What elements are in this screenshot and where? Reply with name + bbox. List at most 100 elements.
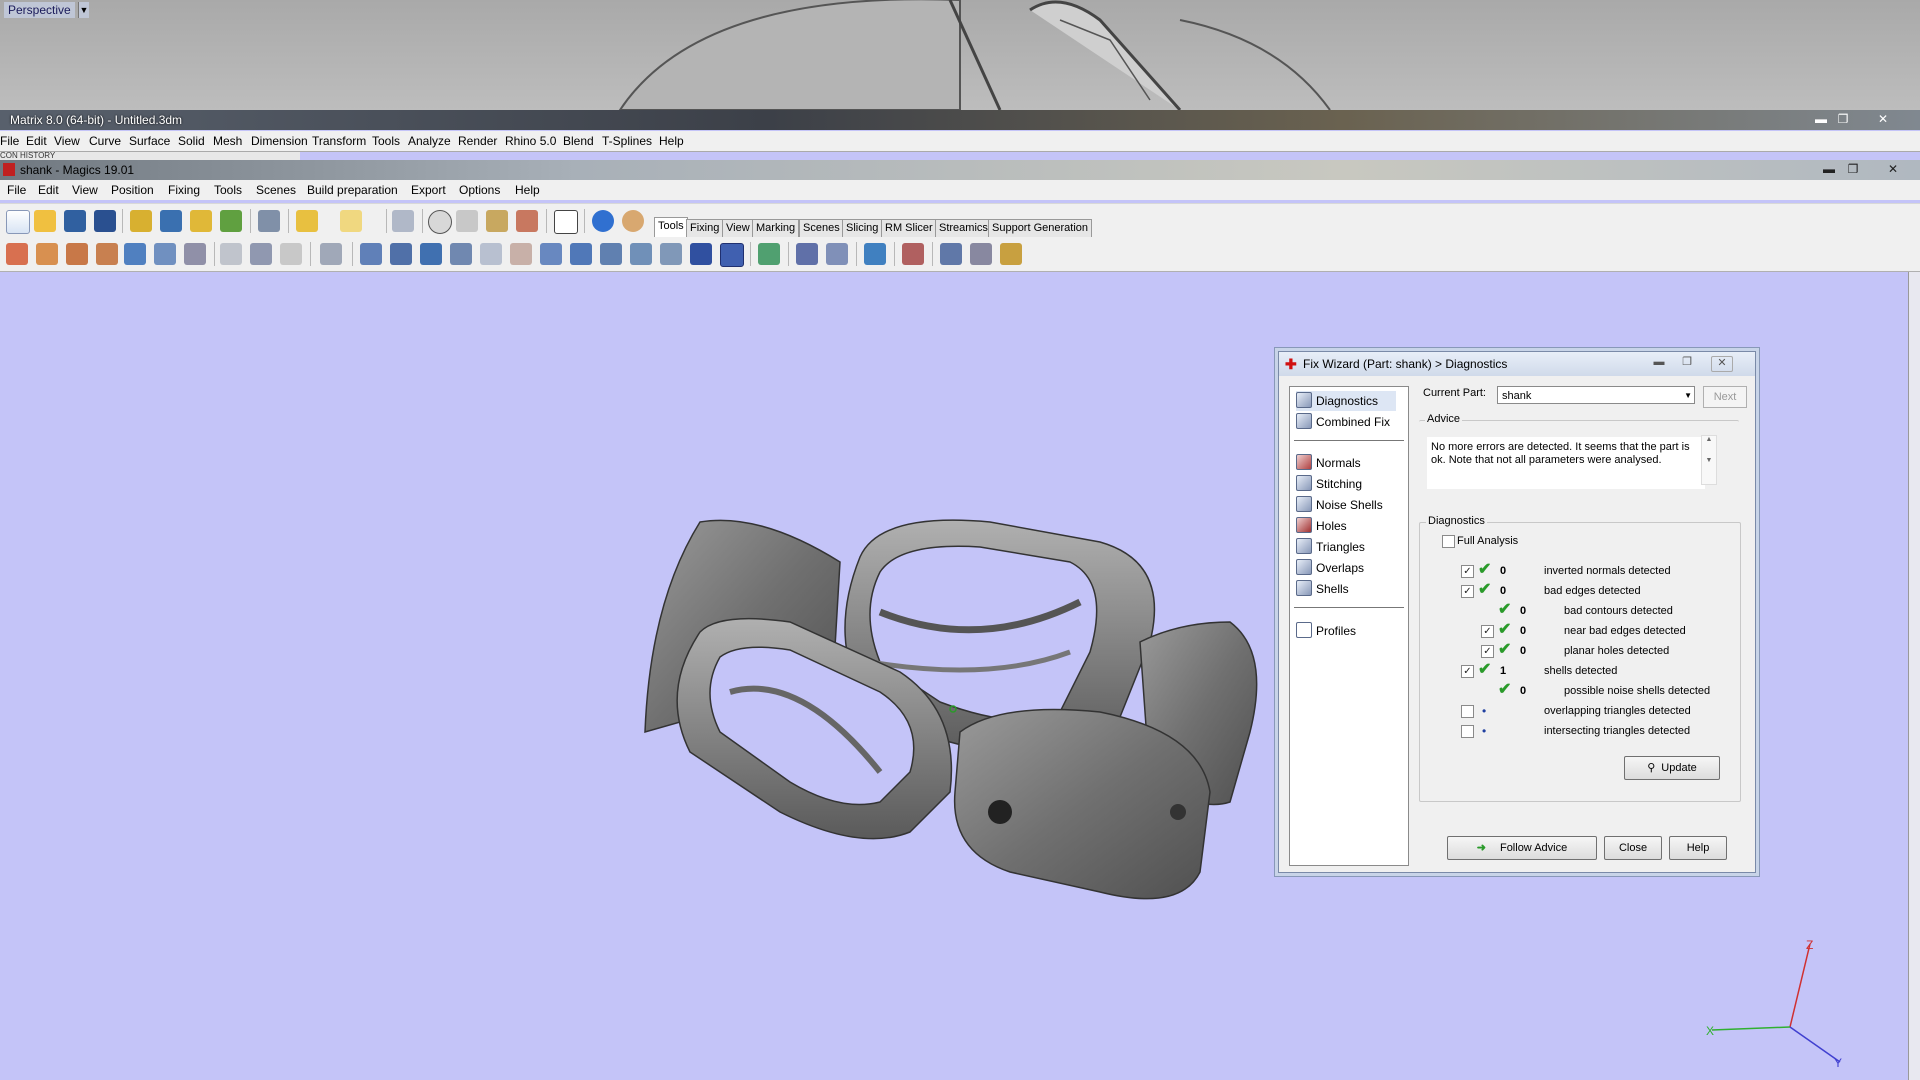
scale-icon[interactable]	[124, 243, 146, 265]
rhino-menu-dimension[interactable]: Dimension	[251, 134, 308, 148]
help-icon[interactable]	[592, 210, 614, 232]
advice-scrollbar[interactable]: ▲ ▼	[1701, 435, 1717, 485]
tab-view[interactable]: View	[722, 219, 754, 237]
redo-icon[interactable]	[340, 210, 362, 232]
menu-help[interactable]: Help	[515, 183, 540, 197]
menu-export[interactable]: Export	[411, 183, 446, 197]
align-icon[interactable]	[758, 243, 780, 265]
undo-icon[interactable]	[296, 210, 318, 232]
rhino-menu-solid[interactable]: Solid	[178, 134, 205, 148]
import-icon[interactable]	[190, 210, 212, 232]
rhino-menu-analyze[interactable]: Analyze	[408, 134, 451, 148]
mirror-icon[interactable]	[154, 243, 176, 265]
magics-close-button[interactable]: ✕	[1880, 162, 1906, 178]
viewport-dropdown-icon[interactable]: ▼	[78, 2, 89, 18]
menu-options[interactable]: Options	[459, 183, 500, 197]
tab-fixing[interactable]: Fixing	[686, 219, 724, 237]
fix-icon[interactable]	[902, 243, 924, 265]
paste-icon[interactable]	[280, 243, 302, 265]
boolean-icon[interactable]	[480, 243, 502, 265]
package-icon[interactable]	[1000, 243, 1022, 265]
rhino-menu-tsplines[interactable]: T-Splines	[602, 134, 652, 148]
update-button[interactable]: ⚲ Update	[1624, 756, 1720, 780]
surface-icon[interactable]	[660, 243, 682, 265]
viewport-label[interactable]: Perspective	[4, 2, 75, 18]
label-icon[interactable]	[390, 243, 412, 265]
nav-combined-fix[interactable]: Combined Fix	[1296, 412, 1390, 432]
bad-edges-checkbox[interactable]: ✓	[1461, 585, 1474, 598]
next-button[interactable]: Next	[1703, 386, 1747, 408]
export-part-icon[interactable]	[864, 243, 886, 265]
load-part-icon[interactable]	[130, 210, 152, 232]
tab-scenes[interactable]: Scenes	[799, 219, 844, 237]
open-folder-icon[interactable]	[34, 210, 56, 232]
rotate-view-icon[interactable]	[428, 210, 452, 234]
cut-punch-icon[interactable]	[540, 243, 562, 265]
zoom-icon[interactable]	[486, 210, 508, 232]
shell-icon[interactable]	[360, 243, 382, 265]
planar-holes-checkbox[interactable]: ✓	[1481, 645, 1494, 658]
settings-icon[interactable]	[940, 243, 962, 265]
rhino-menu-curve[interactable]: Curve	[89, 134, 121, 148]
rhino-close-button[interactable]: ✕	[1870, 112, 1896, 128]
cut-icon[interactable]	[220, 243, 242, 265]
nav-noise-shells[interactable]: Noise Shells	[1296, 495, 1383, 515]
rhino-menu-file[interactable]: File	[0, 134, 19, 148]
layers-icon[interactable]	[970, 243, 992, 265]
menu-scenes[interactable]: Scenes	[256, 183, 296, 197]
current-part-select[interactable]: shank ▼	[1497, 386, 1695, 404]
fix-wizard-titlebar[interactable]: ✚ Fix Wizard (Part: shank) > Diagnostics…	[1279, 352, 1755, 376]
pan-view-icon[interactable]	[456, 210, 478, 232]
save-part-icon[interactable]	[160, 210, 182, 232]
translate-icon[interactable]	[6, 243, 28, 265]
unload-part-icon[interactable]	[220, 210, 242, 232]
tab-tools[interactable]: Tools	[654, 217, 688, 237]
menu-tools[interactable]: Tools	[214, 183, 242, 197]
extrude-icon[interactable]	[420, 243, 442, 265]
duplicate-icon[interactable]	[184, 243, 206, 265]
rhino-maximize-button[interactable]: ❐	[1830, 112, 1856, 128]
follow-advice-button[interactable]: ➜ Follow Advice	[1447, 836, 1597, 860]
magics-minimize-button[interactable]: ▬	[1816, 162, 1842, 178]
nav-normals[interactable]: Normals	[1296, 453, 1361, 473]
select-icon[interactable]	[392, 210, 414, 232]
box-icon[interactable]	[690, 243, 712, 265]
nav-holes[interactable]: Holes	[1296, 516, 1347, 536]
rhino-menu-rhino5[interactable]: Rhino 5.0	[505, 134, 556, 148]
inverted-normals-checkbox[interactable]: ✓	[1461, 565, 1474, 578]
hand-tool-icon[interactable]	[320, 243, 342, 265]
shells-checkbox[interactable]: ✓	[1461, 665, 1474, 678]
rhino-menu-transform[interactable]: Transform	[312, 134, 366, 148]
frame-icon[interactable]	[720, 243, 744, 267]
rhino-menu-mesh[interactable]: Mesh	[213, 134, 242, 148]
sections-icon[interactable]	[826, 243, 848, 265]
nav-overlaps[interactable]: Overlaps	[1296, 558, 1364, 578]
right-side-strip[interactable]	[1908, 272, 1920, 1080]
overlapping-triangles-checkbox[interactable]	[1461, 705, 1474, 718]
save-as-icon[interactable]	[94, 210, 116, 232]
fix-wizard-close-button[interactable]: ✕	[1711, 356, 1733, 372]
magics-maximize-button[interactable]: ❐	[1840, 162, 1866, 178]
hollow-icon[interactable]	[510, 243, 532, 265]
tab-marking[interactable]: Marking	[752, 219, 800, 237]
zoom-window-icon[interactable]	[516, 210, 538, 232]
smooth-icon[interactable]	[630, 243, 652, 265]
tab-streamics[interactable]: Streamics	[935, 219, 992, 237]
checklist-icon[interactable]	[554, 210, 578, 234]
fix-wizard-maximize-button[interactable]: ❐	[1677, 356, 1697, 370]
nav-shells[interactable]: Shells	[1296, 579, 1349, 599]
close-button[interactable]: Close	[1604, 836, 1662, 860]
menu-build-preparation[interactable]: Build preparation	[307, 183, 398, 197]
rhino-menu-view[interactable]: View	[54, 134, 80, 148]
near-bad-edges-checkbox[interactable]: ✓	[1481, 625, 1494, 638]
rhino-menu-blend[interactable]: Blend	[563, 134, 594, 148]
measure-icon[interactable]	[796, 243, 818, 265]
rhino-menu-render[interactable]: Render	[458, 134, 497, 148]
rhino-viewport[interactable]: Perspective ▼	[0, 0, 1920, 110]
help-button[interactable]: Help	[1669, 836, 1727, 860]
nav-stitching[interactable]: Stitching	[1296, 474, 1362, 494]
copy-icon[interactable]	[250, 243, 272, 265]
move-icon[interactable]	[36, 243, 58, 265]
new-file-icon[interactable]	[6, 210, 30, 234]
save-icon[interactable]	[64, 210, 86, 232]
